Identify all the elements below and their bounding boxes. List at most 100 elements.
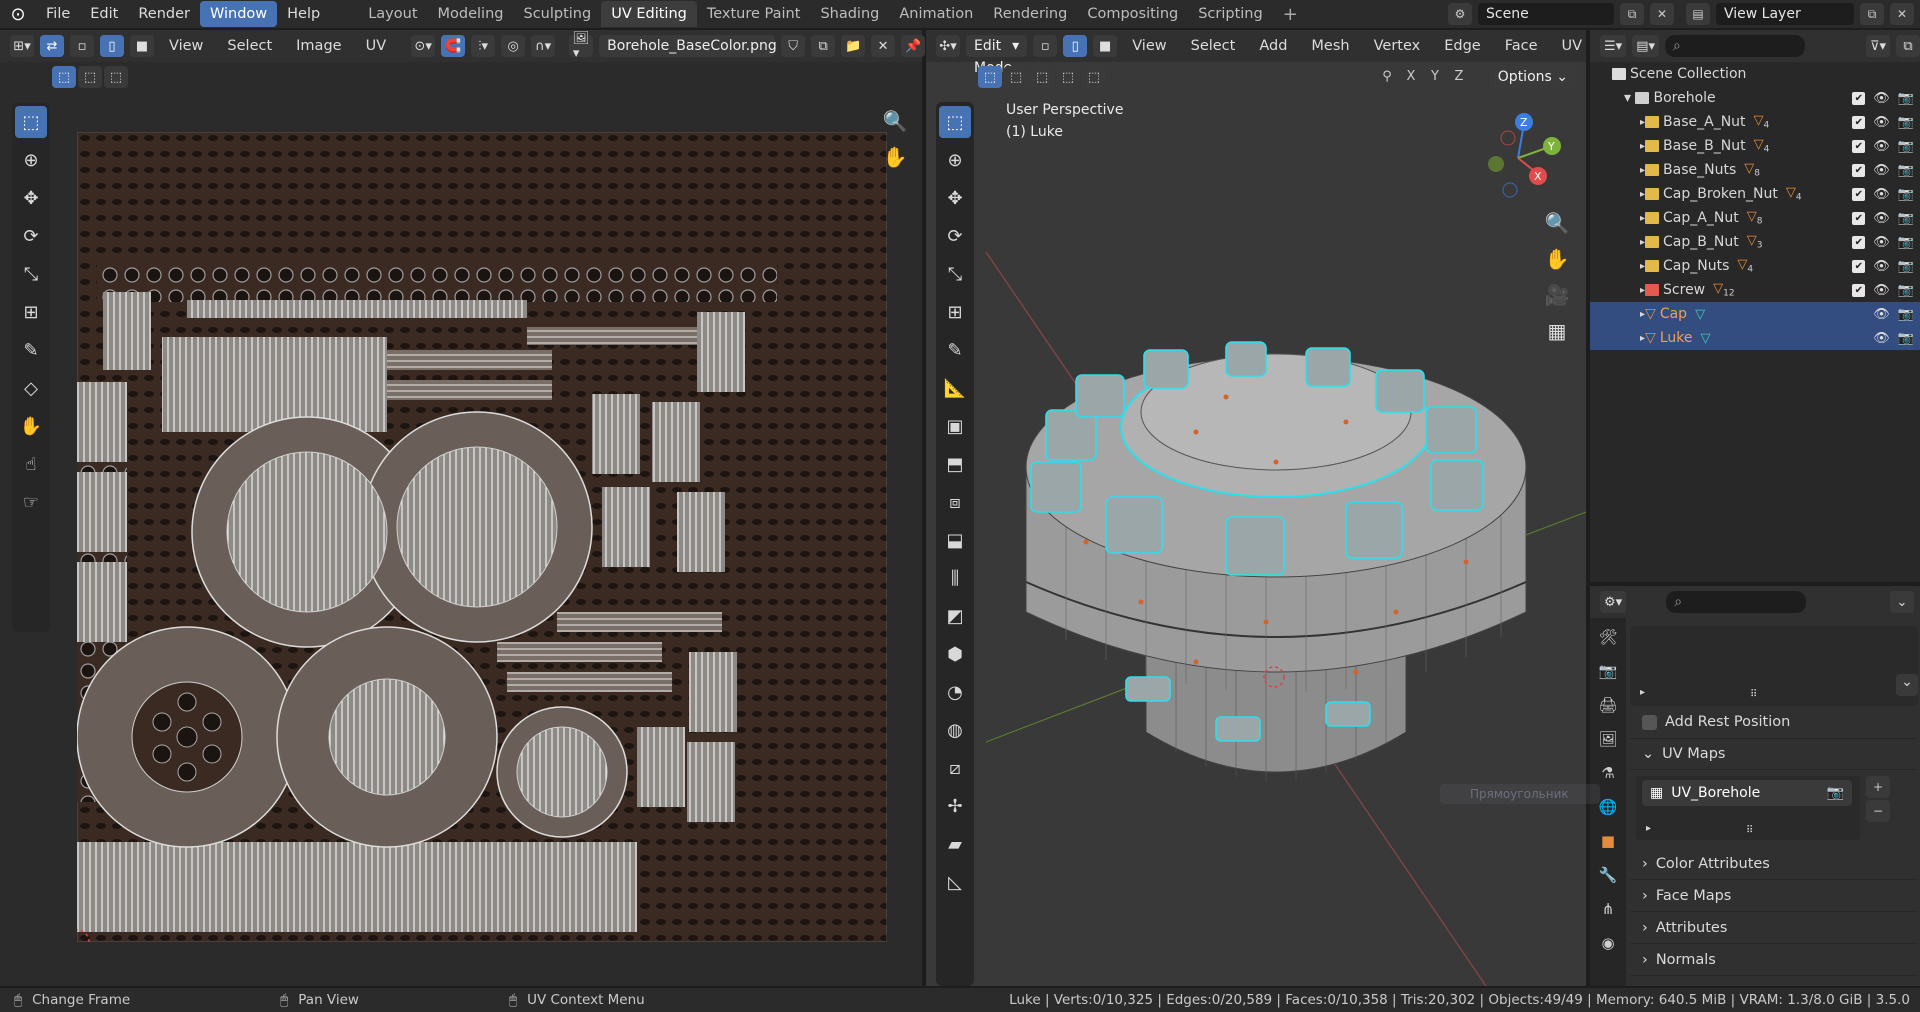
unlink-image-icon[interactable]: ✕ <box>871 35 896 57</box>
snap-icon[interactable]: 🧲 <box>441 35 466 57</box>
expand-arrow-icon[interactable]: ▸ <box>1646 823 1651 834</box>
tab-rendering[interactable]: Rendering <box>983 1 1077 27</box>
move-tool-icon[interactable]: ✥ <box>15 182 47 214</box>
vp-select-set-icon[interactable]: ⬚ <box>978 66 1002 88</box>
vp-select-extend-icon[interactable]: ⬚ <box>1004 66 1028 88</box>
view-layer-icon[interactable]: ▤ <box>1686 3 1710 25</box>
mirror-y-toggle[interactable]: Y <box>1424 66 1446 88</box>
camera-icon[interactable]: 📷 <box>1898 139 1914 154</box>
menu-help[interactable]: Help <box>277 1 330 27</box>
blender-logo-icon[interactable]: ⊙ <box>0 0 36 28</box>
properties-editor-type-icon[interactable]: ⚙▾ <box>1600 591 1627 613</box>
camera-icon[interactable]: 📷 <box>1898 235 1914 250</box>
menu-window[interactable]: Window <box>199 1 278 27</box>
image-browse-icon[interactable]: 🖼▾ <box>569 31 594 61</box>
edge-mode-icon[interactable]: ▯ <box>1063 35 1088 57</box>
exclude-checkbox[interactable]: ✔ <box>1852 187 1866 201</box>
output-tab-icon[interactable]: 🖨 <box>1595 692 1621 718</box>
vp-zoom-icon[interactable]: 🔍 <box>1542 208 1572 238</box>
exclude-checkbox[interactable]: ✔ <box>1852 91 1866 105</box>
delete-view-layer-button[interactable]: ✕ <box>1890 3 1914 25</box>
eye-icon[interactable]: 👁 <box>1873 331 1890 346</box>
ortho-toggle-icon[interactable]: ▦ <box>1542 316 1572 346</box>
select-mode-set-icon[interactable]: ⬚ <box>52 66 76 88</box>
render-tab-icon[interactable]: 📷 <box>1595 658 1621 684</box>
scene-tab-icon[interactable]: ⚗ <box>1595 760 1621 786</box>
grab-tool-icon[interactable]: ✋ <box>15 410 47 442</box>
edge-select-icon[interactable]: ▯ <box>100 35 124 57</box>
list-down-button[interactable]: ⌄ <box>1896 674 1918 696</box>
vp-menu-add[interactable]: Add <box>1250 38 1296 54</box>
render-uv-camera-icon[interactable]: 📷 <box>1827 785 1844 801</box>
cursor-tool-icon[interactable]: ⊕ <box>15 144 47 176</box>
outliner-item-cap-broken-nut[interactable]: ▸ Cap_Broken_Nut ▽4 ✔ 👁 📷 <box>1590 182 1920 206</box>
rotate-tool-icon[interactable]: ⟳ <box>15 220 47 252</box>
vp-menu-uv[interactable]: UV <box>1553 38 1592 54</box>
vp-pan-icon[interactable]: ✋ <box>1542 244 1572 274</box>
vp-menu-vertex[interactable]: Vertex <box>1365 38 1430 54</box>
add-uv-map-button[interactable]: + <box>1866 776 1890 798</box>
outliner-item-base-nuts[interactable]: ▸ Base_Nuts ▽8 ✔ 👁 📷 <box>1590 158 1920 182</box>
pivot-icon[interactable]: ⊙▾ <box>411 35 436 57</box>
uv-menu-select[interactable]: Select <box>218 38 281 54</box>
vp-menu-mesh[interactable]: Mesh <box>1302 38 1358 54</box>
object-tab-icon[interactable]: ■ <box>1595 828 1621 854</box>
tab-shading[interactable]: Shading <box>810 1 889 27</box>
exclude-checkbox[interactable]: ✔ <box>1852 235 1866 249</box>
vertex-select-icon[interactable]: ▫ <box>70 35 94 57</box>
rip-region-tool-icon[interactable]: ◇ <box>15 372 47 404</box>
eye-icon[interactable]: 👁 <box>1873 259 1890 274</box>
eye-icon[interactable]: 👁 <box>1873 307 1890 322</box>
menu-edit[interactable]: Edit <box>80 1 128 27</box>
outliner-item-screw[interactable]: ▸ Screw ▽12 ✔ 👁 📷 <box>1590 278 1920 302</box>
proportional-edit-icon[interactable]: ◎ <box>501 35 526 57</box>
vp-select-intersect-icon[interactable]: ⬚ <box>1082 66 1106 88</box>
exclude-checkbox[interactable]: ✔ <box>1852 163 1866 177</box>
outliner-search-input[interactable]: ⌕ <box>1665 35 1805 57</box>
add-rest-position-checkbox[interactable] <box>1642 714 1657 730</box>
menu-render[interactable]: Render <box>128 1 200 27</box>
modifiers-tab-icon[interactable]: 🔧 <box>1595 862 1621 888</box>
fake-user-icon[interactable]: ⛉ <box>781 35 806 57</box>
scene-name-field[interactable]: Scene <box>1478 3 1614 25</box>
vp-menu-face[interactable]: Face <box>1496 38 1547 54</box>
add-workspace-button[interactable]: + <box>1273 4 1308 25</box>
tab-sculpting[interactable]: Sculpting <box>513 1 601 27</box>
expand-arrow-icon[interactable]: ▸ <box>1640 687 1645 698</box>
uv-menu-view[interactable]: View <box>160 38 212 54</box>
exclude-checkbox[interactable]: ✔ <box>1852 283 1866 297</box>
normals-section[interactable]: › Normals <box>1630 944 1918 976</box>
relax-tool-icon[interactable]: ☝ <box>15 448 47 480</box>
tool-tab-icon[interactable]: 🛠 <box>1595 624 1621 650</box>
transform-tool-icon[interactable]: ⊞ <box>15 296 47 328</box>
zoom-view-icon[interactable]: 🔍 <box>880 106 910 136</box>
delete-scene-button[interactable]: ✕ <box>1650 3 1674 25</box>
select-mode-extend-icon[interactable]: ⬚ <box>78 66 102 88</box>
snap-options-icon[interactable]: ⫶▾ <box>471 35 496 57</box>
uv-texture-canvas[interactable] <box>77 132 887 942</box>
image-name-field[interactable]: Borehole_BaseColor.png <box>599 35 777 57</box>
exclude-checkbox[interactable]: ✔ <box>1852 211 1866 225</box>
scene-icon[interactable]: ⚙ <box>1448 3 1472 25</box>
editor-type-icon[interactable]: ⊞▾ <box>10 35 34 57</box>
mirror-x-toggle[interactable]: X <box>1400 66 1422 88</box>
collapse-arrow-icon[interactable]: ▾ <box>1624 90 1635 106</box>
camera-icon[interactable]: 📷 <box>1898 115 1914 130</box>
annotate-tool-icon[interactable]: ✎ <box>15 334 47 366</box>
camera-icon[interactable]: 📷 <box>1898 211 1914 226</box>
camera-icon[interactable]: 📷 <box>1898 259 1914 274</box>
attributes-section[interactable]: › Attributes <box>1630 912 1918 944</box>
camera-icon[interactable]: 📷 <box>1898 187 1914 202</box>
eye-icon[interactable]: 👁 <box>1873 163 1890 178</box>
filter-icon[interactable]: ⊽▾ <box>1865 35 1890 57</box>
eye-icon[interactable]: 👁 <box>1873 235 1890 250</box>
collection-row-borehole[interactable]: ▾ Borehole ✔ 👁 📷 <box>1590 86 1920 110</box>
tab-texture-paint[interactable]: Texture Paint <box>697 1 811 27</box>
outliner-item-cap-a-nut[interactable]: ▸ Cap_A_Nut ▽8 ✔ 👁 📷 <box>1590 206 1920 230</box>
tab-compositing[interactable]: Compositing <box>1077 1 1188 27</box>
uv-menu-image[interactable]: Image <box>287 38 350 54</box>
face-maps-section[interactable]: › Face Maps <box>1630 880 1918 912</box>
add-rest-position-row[interactable]: Add Rest Position <box>1630 706 1918 738</box>
vp-menu-view[interactable]: View <box>1123 38 1175 54</box>
outliner-item-base-b-nut[interactable]: ▸ Base_B_Nut ▽4 ✔ 👁 📷 <box>1590 134 1920 158</box>
